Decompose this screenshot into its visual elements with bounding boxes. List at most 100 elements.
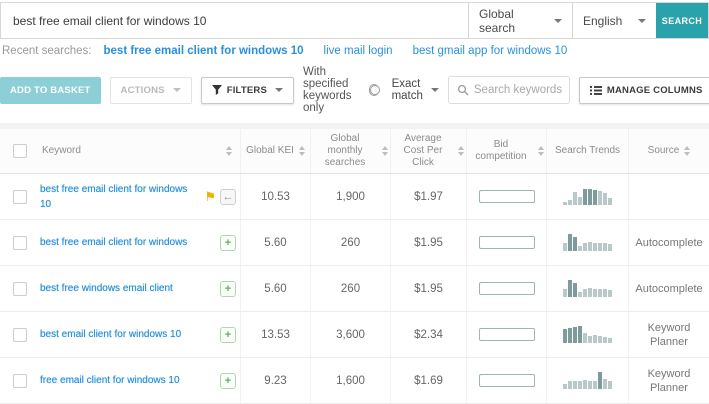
kei-value: 10.53 — [261, 190, 290, 203]
row-checkbox[interactable] — [13, 373, 27, 388]
monthly-searches-value: 260 — [340, 282, 361, 295]
recent-searches: Recent searches: best free email client … — [0, 39, 709, 62]
source-cell: Keyword Planner — [628, 358, 709, 403]
filters-button[interactable]: FILTERS — [200, 76, 294, 104]
top-search-bar: Global search English SEARCH — [0, 2, 709, 39]
source-value: Keyword Planner — [647, 367, 691, 394]
keyword-actions: + — [215, 280, 236, 297]
row-checkbox[interactable] — [13, 189, 27, 204]
bid-competition-cell — [466, 266, 546, 311]
search-scope-select[interactable]: Global search — [468, 3, 572, 38]
column-header-average-cpc[interactable]: Average Cost Per Click — [390, 129, 466, 173]
sort-icon[interactable] — [538, 146, 544, 156]
bid-competition-bar — [478, 236, 535, 249]
recent-search-link[interactable]: live mail login — [324, 45, 393, 57]
match-mode-select[interactable]: Exact match — [392, 78, 439, 102]
keyword-link[interactable]: best free windows email client — [40, 281, 173, 296]
cpc-value: $1.69 — [414, 374, 443, 387]
column-label: Search Trends — [554, 145, 621, 156]
row-checkbox[interactable] — [13, 235, 27, 250]
row-checkbox[interactable] — [13, 281, 27, 296]
keyword-cell: best email client for windows 10 + — [40, 326, 240, 343]
arrow-left-icon[interactable]: ← — [220, 188, 236, 205]
search-trends-cell — [546, 174, 628, 219]
table-toolbar: ADD TO BASKET ACTIONS FILTERS With speci… — [0, 62, 709, 123]
column-header-monthly-searches[interactable]: Global monthly searches — [310, 129, 390, 173]
column-label: Average Cost Per Click — [403, 133, 443, 168]
source-value: Autocomplete — [635, 282, 703, 295]
filters-label: FILTERS — [226, 84, 267, 96]
average-cpc-cell: $1.95 — [390, 266, 466, 311]
select-all-checkbox[interactable] — [13, 144, 27, 158]
source-cell: Keyword Planner — [628, 312, 709, 357]
keyword-link[interactable]: best free email client for windows — [40, 235, 187, 250]
search-trends-cell — [546, 358, 628, 403]
kei-value: 9.23 — [264, 374, 287, 387]
column-header-bid-competition[interactable]: Bid competition — [466, 129, 546, 173]
average-cpc-cell: $1.95 — [390, 220, 466, 265]
keyword-filter-search — [447, 76, 570, 104]
search-icon — [457, 84, 469, 96]
column-label: Keyword — [42, 145, 81, 156]
manage-columns-label: MANAGE COLUMNS — [606, 84, 703, 96]
manage-columns-button[interactable]: MANAGE COLUMNS — [578, 76, 709, 104]
monthly-searches-cell: 3,600 — [310, 312, 390, 357]
keyword-cell: free email client for windows 10 + — [40, 372, 240, 389]
keyword-link[interactable]: free email client for windows 10 — [40, 373, 180, 388]
add-to-basket-button[interactable]: ADD TO BASKET — [0, 76, 101, 104]
row-checkbox[interactable] — [13, 327, 27, 342]
average-cpc-cell: $2.34 — [390, 312, 466, 357]
keyword-link[interactable]: best email client for windows 10 — [40, 327, 181, 342]
search-trend-chart — [563, 188, 612, 205]
actions-button[interactable]: ACTIONS — [109, 76, 192, 104]
monthly-searches-cell: 1,600 — [310, 358, 390, 403]
monthly-searches-cell: 1,900 — [310, 174, 390, 219]
chevron-down-icon — [554, 18, 562, 23]
column-header-source[interactable]: Source — [628, 129, 709, 173]
keyword-link[interactable]: best free email client for windows 10 — [40, 182, 199, 212]
keyword-filter-input[interactable] — [473, 84, 564, 96]
table-row: best free email client for windows + 5.6… — [0, 220, 709, 266]
monthly-searches-value: 260 — [340, 236, 361, 249]
search-trend-chart — [563, 234, 612, 251]
search-trends-cell — [546, 312, 628, 357]
table-row: best free email client for windows 10 ⚑ ←… — [0, 174, 709, 220]
main-search-input[interactable] — [1, 3, 468, 38]
source-cell: Autocomplete — [628, 220, 709, 265]
monthly-searches-cell: 260 — [310, 266, 390, 311]
add-icon[interactable]: + — [220, 326, 236, 343]
column-header-global-kei[interactable]: Global KEI — [240, 129, 310, 173]
global-kei-cell: 5.60 — [240, 220, 310, 265]
flag-icon[interactable]: ⚑ — [204, 190, 216, 203]
add-icon[interactable]: + — [220, 372, 236, 389]
search-scope-value: Global search — [479, 6, 516, 35]
bid-competition-bar — [478, 282, 535, 295]
sort-icon[interactable] — [298, 146, 305, 156]
source-value: Autocomplete — [635, 236, 703, 249]
bid-competition-cell — [466, 312, 546, 357]
sort-icon[interactable] — [684, 146, 691, 156]
recent-search-link[interactable]: best free email client for windows 10 — [104, 45, 304, 57]
sort-icon[interactable] — [458, 146, 464, 156]
global-kei-cell: 10.53 — [240, 174, 310, 219]
source-cell — [628, 174, 709, 219]
search-button[interactable]: SEARCH — [656, 3, 708, 38]
bid-competition-bar — [478, 190, 535, 203]
search-trend-chart — [563, 372, 612, 389]
language-select[interactable]: English — [572, 3, 656, 38]
specified-keywords-toggle[interactable]: With specified keywords only — [303, 66, 380, 114]
column-header-keyword[interactable]: Keyword — [40, 129, 240, 173]
chevron-down-icon — [430, 88, 439, 92]
bid-competition-cell — [466, 174, 546, 219]
toggle-switch-icon[interactable] — [368, 84, 380, 96]
recent-search-link[interactable]: best gmail app for windows 10 — [413, 45, 568, 57]
add-icon[interactable]: + — [220, 234, 236, 251]
sort-icon[interactable] — [226, 146, 232, 156]
add-icon[interactable]: + — [220, 280, 236, 297]
search-trends-cell — [546, 220, 628, 265]
row-checkbox-cell — [0, 235, 40, 250]
manage-columns-icon — [589, 85, 602, 95]
table-row: free email client for windows 10 + 9.23 … — [0, 358, 709, 404]
table-row: best email client for windows 10 + 13.53… — [0, 312, 709, 358]
sort-icon[interactable] — [382, 146, 388, 156]
